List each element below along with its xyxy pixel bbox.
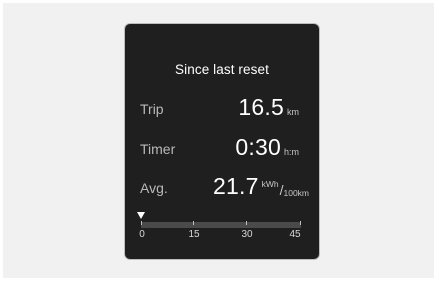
scale-label-0: 0 xyxy=(139,229,145,240)
scale-label-30: 30 xyxy=(241,229,253,240)
avg-unit: kWh/100km xyxy=(261,179,309,199)
scale-label-45: 45 xyxy=(289,229,301,240)
trip-number: 16.5 xyxy=(238,94,284,120)
trip-label: Trip xyxy=(140,101,164,117)
screen-title: Since last reset xyxy=(175,62,269,77)
avg-label: Avg. xyxy=(140,180,168,196)
scale-tick-30 xyxy=(246,221,247,225)
trip-unit: km xyxy=(287,107,299,117)
avg-value: 21.7 kWh/100km xyxy=(213,173,309,200)
scale-tick-45 xyxy=(300,221,301,225)
timer-unit: h:m xyxy=(283,147,299,157)
scale-label-15: 15 xyxy=(188,229,200,240)
timer-number: 0:30 xyxy=(235,134,281,160)
timer-label: Timer xyxy=(140,141,176,157)
trip-value: 16.5 km xyxy=(238,94,299,121)
consumption-scale-bar xyxy=(141,222,301,228)
info-display: Since last reset Trip 16.5 km Timer 0:30 h… xyxy=(124,23,320,260)
scale-tick-0 xyxy=(141,221,142,225)
timer-value: 0:30 h:m xyxy=(235,134,299,161)
avg-number: 21.7 xyxy=(213,173,259,199)
avg-unit-bottom: 100km xyxy=(283,188,309,198)
avg-unit-top: kWh xyxy=(261,179,279,189)
scale-tick-15 xyxy=(193,221,194,225)
scale-pointer-icon xyxy=(137,212,145,219)
